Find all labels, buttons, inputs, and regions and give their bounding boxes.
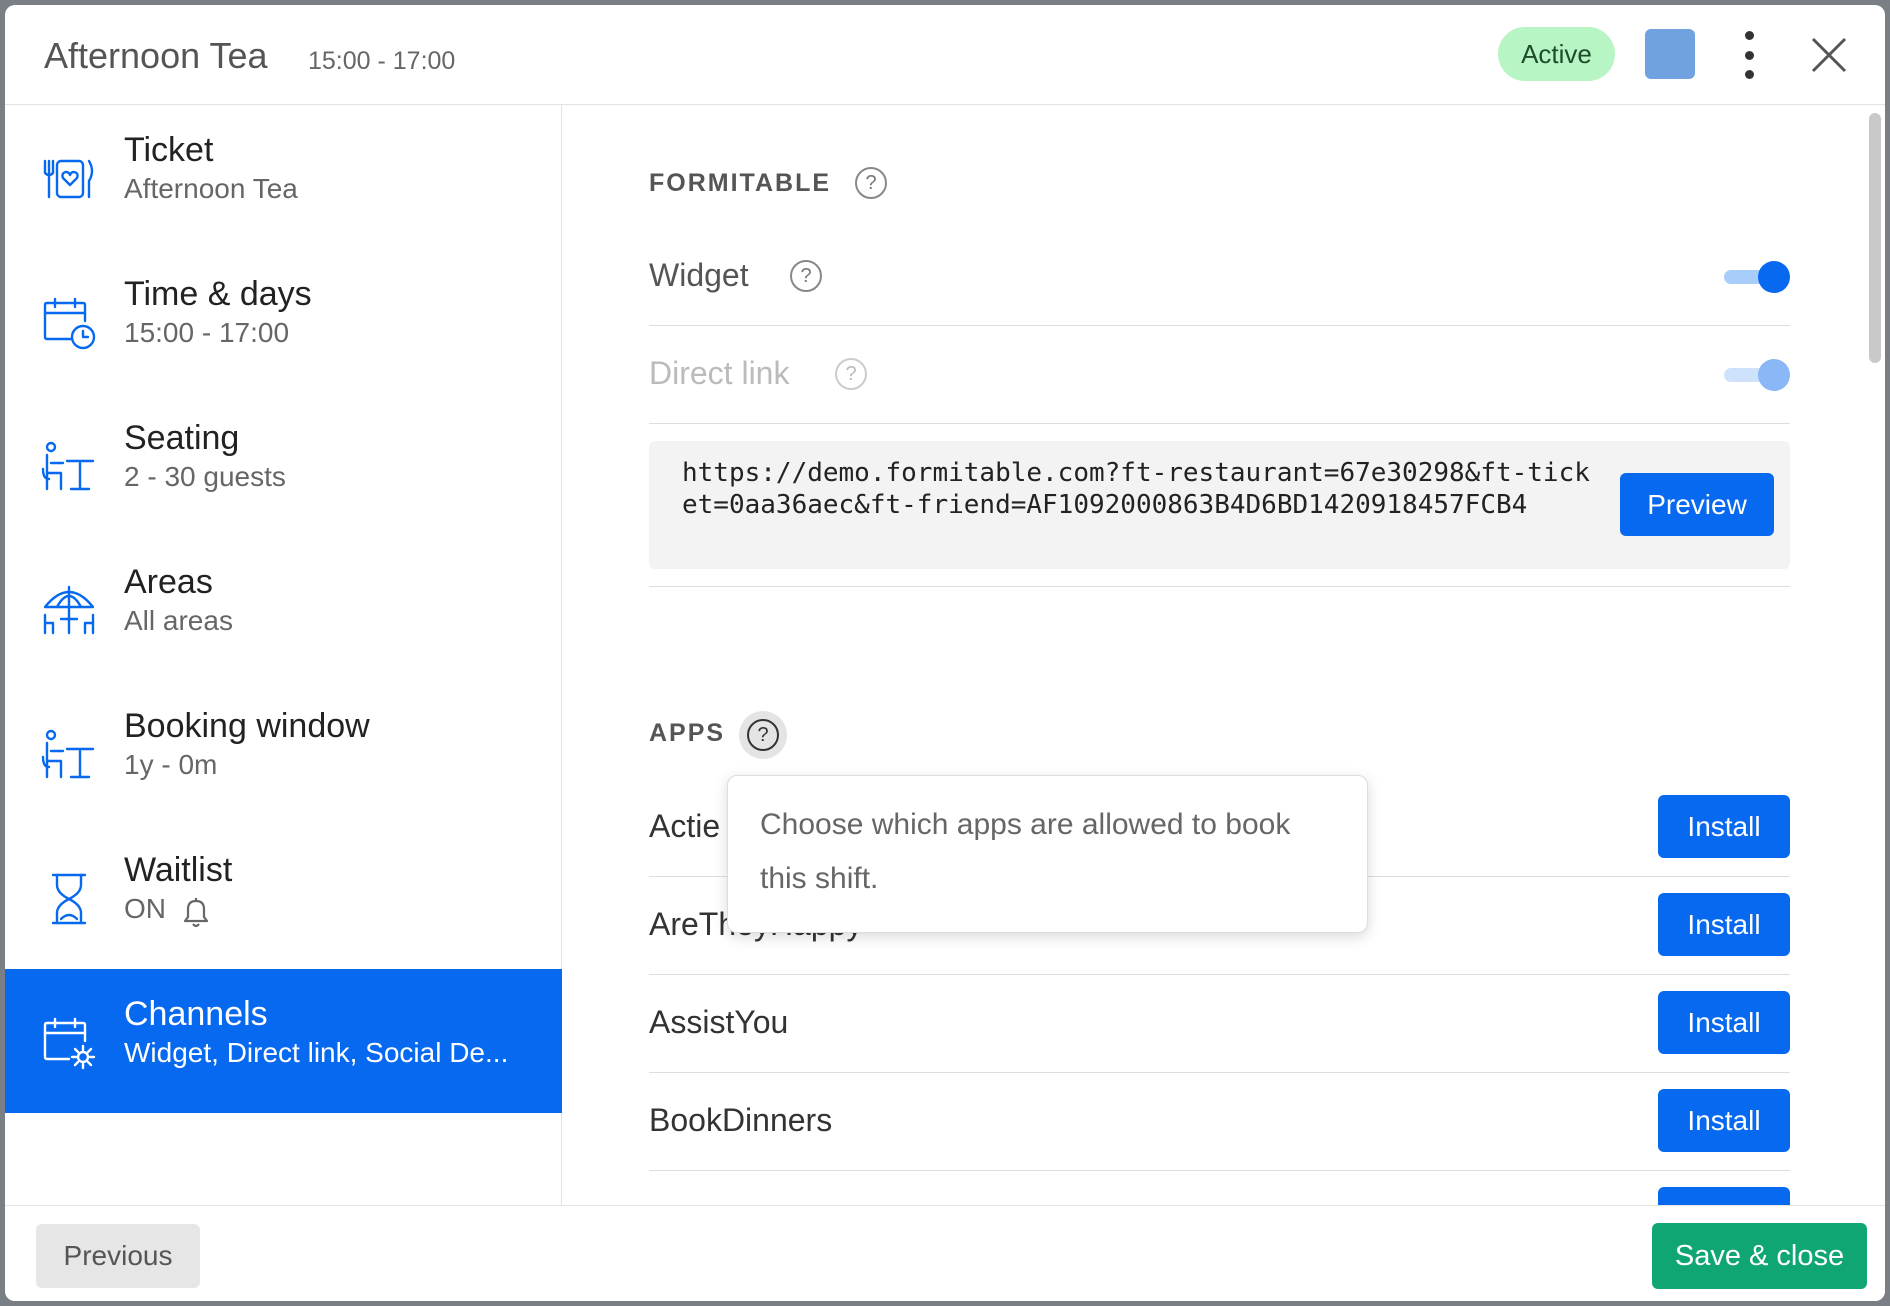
divider [649,974,1790,975]
install-button[interactable]: Install [1658,1089,1790,1152]
app-name: AssistYou [649,1004,789,1040]
shift-time-range: 15:00 - 17:00 [308,47,456,75]
modal-header: Afternoon Tea 15:00 - 17:00 Active [5,5,1885,105]
sidebar-item-title: Ticket [124,131,214,169]
install-button[interactable] [1658,1187,1790,1205]
sidebar-item-channels[interactable]: Channels Widget, Direct link, Social De.… [5,969,562,1113]
ticket-dinner-icon [43,159,94,199]
app-name: Actie [649,808,721,844]
close-icon[interactable] [1809,35,1849,75]
page-title: Afternoon Tea [44,35,268,76]
sidebar-item-title: Waitlist [124,851,233,889]
sidebar-item-time-days[interactable]: Time & days 15:00 - 17:00 [5,249,562,393]
more-options-icon[interactable] [1737,31,1761,79]
previous-button[interactable]: Previous [36,1224,200,1288]
sidebar-item-subtitle: All areas [124,605,233,636]
divider [649,423,1790,424]
scrollbar-thumb[interactable] [1869,113,1881,363]
apps-heading: APPS [649,719,726,747]
calendar-clock-icon [43,297,96,350]
seating-icon [41,441,95,491]
color-swatch[interactable] [1645,29,1695,79]
divider [649,586,1790,587]
help-icon[interactable]: ? [747,719,779,751]
sidebar: Ticket Afternoon Tea Time & days 15:00 -… [5,105,562,1205]
divider [649,1072,1790,1073]
sidebar-item-title: Booking window [124,707,370,745]
sidebar-item-ticket[interactable]: Ticket Afternoon Tea [5,105,562,249]
preview-button[interactable]: Preview [1620,473,1774,536]
divider [649,325,1790,326]
install-button[interactable]: Install [1658,795,1790,858]
sidebar-item-waitlist[interactable]: Waitlist ON [5,825,562,969]
sidebar-item-booking-window[interactable]: Booking window 1y - 0m [5,681,562,825]
help-icon[interactable]: ? [835,358,867,390]
divider [649,1170,1790,1171]
shift-modal: Afternoon Tea 15:00 - 17:00 Active Ticke… [5,5,1885,1301]
sidebar-item-subtitle: Afternoon Tea [124,173,298,204]
sidebar-item-seating[interactable]: Seating 2 - 30 guests [5,393,562,537]
seating-icon [41,729,95,779]
channels-panel: FORMITABLE ? Widget ? Direct link ? http… [563,105,1863,1205]
sidebar-item-subtitle: 1y - 0m [124,749,218,780]
sidebar-item-title: Channels [124,995,268,1033]
sidebar-item-title: Areas [124,563,213,601]
install-button[interactable]: Install [1658,991,1790,1054]
install-button[interactable]: Install [1658,893,1790,956]
app-name: BookDinners [649,1102,833,1138]
direct-link-url[interactable]: https://demo.formitable.com?ft-restauran… [682,457,1592,521]
sidebar-item-title: Time & days [124,275,312,313]
parasol-icon [43,585,95,635]
widget-label: Widget [649,257,749,293]
help-icon[interactable]: ? [855,167,887,199]
formitable-heading: FORMITABLE [649,169,832,197]
sidebar-item-title: Seating [124,419,240,457]
calendar-gear-icon [43,1017,96,1070]
help-icon[interactable]: ? [790,260,822,292]
widget-toggle[interactable] [1724,261,1790,293]
direct-link-box: https://demo.formitable.com?ft-restauran… [649,441,1790,569]
modal-footer: Previous Save & close [5,1205,1885,1301]
bell-icon [183,898,209,928]
sidebar-item-areas[interactable]: Areas All areas [5,537,562,681]
sidebar-item-subtitle: 15:00 - 17:00 [124,317,290,348]
save-close-button[interactable]: Save & close [1652,1223,1867,1289]
sidebar-item-subtitle: 2 - 30 guests [124,461,286,492]
scrollbar[interactable] [1865,105,1885,1205]
hourglass-icon [51,873,87,925]
status-badge[interactable]: Active [1498,27,1615,81]
sidebar-item-subtitle: ON [124,893,166,924]
direct-link-toggle[interactable] [1724,359,1790,391]
apps-tooltip: Choose which apps are allowed to book th… [727,775,1368,933]
direct-link-label: Direct link [649,355,790,391]
sidebar-item-subtitle: Widget, Direct link, Social De... [124,1037,509,1068]
